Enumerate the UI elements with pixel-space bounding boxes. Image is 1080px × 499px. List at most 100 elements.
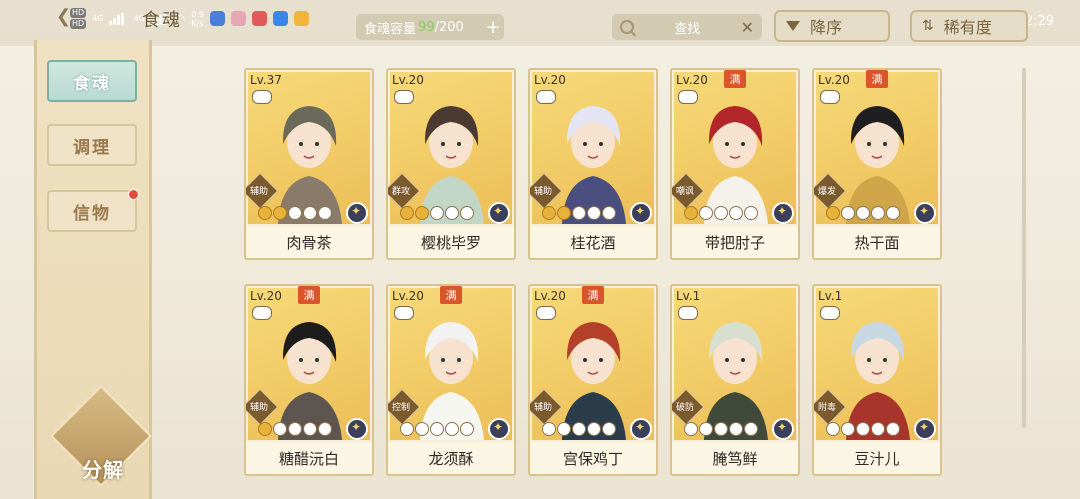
- star-icon: [572, 422, 586, 436]
- role-label: 辅助: [249, 187, 268, 197]
- app-icon-2: [231, 11, 246, 26]
- level-label: Lv.20: [534, 73, 566, 87]
- star-icon: [699, 206, 713, 220]
- element-icon: [772, 418, 794, 440]
- star-icon: [729, 422, 743, 436]
- sort-by-button[interactable]: ⇅ 稀有度: [910, 10, 1028, 42]
- star-icon: [684, 206, 698, 220]
- star-icon: [430, 206, 444, 220]
- food-soul-card[interactable]: Lv.20 群攻樱桃毕罗: [386, 68, 516, 260]
- tab-token[interactable]: 信物: [47, 189, 139, 232]
- star-icon: [602, 422, 616, 436]
- food-soul-card[interactable]: Lv.20 满爆发热干面: [812, 68, 942, 260]
- lock-toggle-icon[interactable]: [394, 306, 414, 320]
- notification-dot: [128, 189, 139, 200]
- star-icon: [744, 422, 758, 436]
- role-label: 辅助: [249, 403, 268, 413]
- level-label: Lv.20: [676, 73, 708, 87]
- star-rating: [826, 206, 900, 220]
- star-icon: [318, 422, 332, 436]
- food-soul-card[interactable]: Lv.1 破防腌笃鲜: [670, 284, 800, 476]
- search-placeholder: 查找: [674, 21, 701, 37]
- net-speed-unit: K/s: [191, 18, 204, 28]
- food-soul-card[interactable]: Lv.20 辅助桂花酒: [528, 68, 658, 260]
- star-icon: [557, 206, 571, 220]
- star-rating: [400, 422, 474, 436]
- level-label: Lv.20: [392, 73, 424, 87]
- capacity-total: /200: [434, 19, 464, 35]
- search-app-icon: [273, 11, 288, 26]
- food-soul-card[interactable]: Lv.37 辅助肉骨茶: [244, 68, 374, 260]
- food-soul-card[interactable]: Lv.20 满辅助糖醋沅白: [244, 284, 374, 476]
- star-icon: [714, 422, 728, 436]
- lock-toggle-icon[interactable]: [820, 90, 840, 104]
- food-soul-card[interactable]: Lv.20 满嘲讽带把肘子: [670, 68, 800, 260]
- lock-toggle-icon[interactable]: [678, 306, 698, 320]
- star-icon: [258, 422, 272, 436]
- sidebar: 食魂 调理 信物 分解: [34, 40, 152, 499]
- lock-toggle-icon[interactable]: [678, 90, 698, 104]
- lock-toggle-icon[interactable]: [820, 306, 840, 320]
- scrollbar[interactable]: [1022, 68, 1026, 428]
- level-label: Lv.37: [250, 73, 282, 87]
- sort-updown-icon: ⇅: [922, 18, 934, 34]
- lock-toggle-icon[interactable]: [252, 90, 272, 104]
- character-name: 肉骨茶: [246, 226, 372, 258]
- food-soul-card[interactable]: Lv.20 满控制龙须酥: [386, 284, 516, 476]
- star-rating: [542, 422, 616, 436]
- sort-order-button[interactable]: 降序: [774, 10, 890, 42]
- network1-label: 4G: [92, 14, 104, 23]
- sort-by-label: 稀有度: [943, 18, 992, 37]
- decompose-label: 分解: [82, 458, 124, 482]
- mail-icon: [252, 11, 267, 26]
- back-icon[interactable]: ❮: [56, 6, 71, 27]
- food-soul-card[interactable]: Lv.1 附毒豆汁儿: [812, 284, 942, 476]
- level-label: Lv.20: [392, 289, 424, 303]
- star-icon: [303, 422, 317, 436]
- character-name: 樱桃毕罗: [388, 226, 514, 258]
- character-name: 豆汁儿: [814, 442, 940, 474]
- role-label: 群攻: [391, 187, 410, 197]
- role-label: 控制: [391, 403, 410, 413]
- character-name: 龙须酥: [388, 442, 514, 474]
- star-icon: [729, 206, 743, 220]
- star-icon: [886, 422, 900, 436]
- star-rating: [684, 206, 758, 220]
- max-level-badge: 满: [298, 286, 320, 304]
- lock-toggle-icon[interactable]: [536, 306, 556, 320]
- star-icon: [288, 422, 302, 436]
- signal1-icon: [109, 12, 127, 25]
- star-icon: [460, 422, 474, 436]
- star-icon: [826, 206, 840, 220]
- lock-toggle-icon[interactable]: [536, 90, 556, 104]
- element-icon: [772, 202, 794, 224]
- tab-soul[interactable]: 食魂: [47, 60, 137, 102]
- role-label: 附毒: [817, 403, 836, 413]
- tab-cook[interactable]: 调理: [47, 124, 137, 166]
- character-name: 腌笃鲜: [672, 442, 798, 474]
- star-icon: [826, 422, 840, 436]
- app-icon-5: [294, 11, 309, 26]
- star-rating: [684, 422, 758, 436]
- character-name: 宫保鸡丁: [530, 442, 656, 474]
- star-icon: [430, 422, 444, 436]
- add-capacity-button[interactable]: +: [482, 16, 504, 38]
- character-name: 糖醋沅白: [246, 442, 372, 474]
- lock-toggle-icon[interactable]: [394, 90, 414, 104]
- search-input[interactable]: 查找 ✕: [612, 14, 762, 40]
- star-rating: [258, 206, 332, 220]
- element-icon: [914, 202, 936, 224]
- star-icon: [572, 206, 586, 220]
- food-soul-card[interactable]: Lv.20 满辅助宫保鸡丁: [528, 284, 658, 476]
- star-rating: [542, 206, 616, 220]
- star-icon: [542, 206, 556, 220]
- element-icon: [488, 202, 510, 224]
- element-icon: [630, 418, 652, 440]
- star-rating: [258, 422, 332, 436]
- role-label: 辅助: [533, 403, 552, 413]
- clear-search-icon[interactable]: ✕: [741, 18, 754, 37]
- role-label: 嘲讽: [675, 187, 694, 197]
- star-icon: [841, 206, 855, 220]
- sort-order-label: 降序: [810, 18, 843, 37]
- lock-toggle-icon[interactable]: [252, 306, 272, 320]
